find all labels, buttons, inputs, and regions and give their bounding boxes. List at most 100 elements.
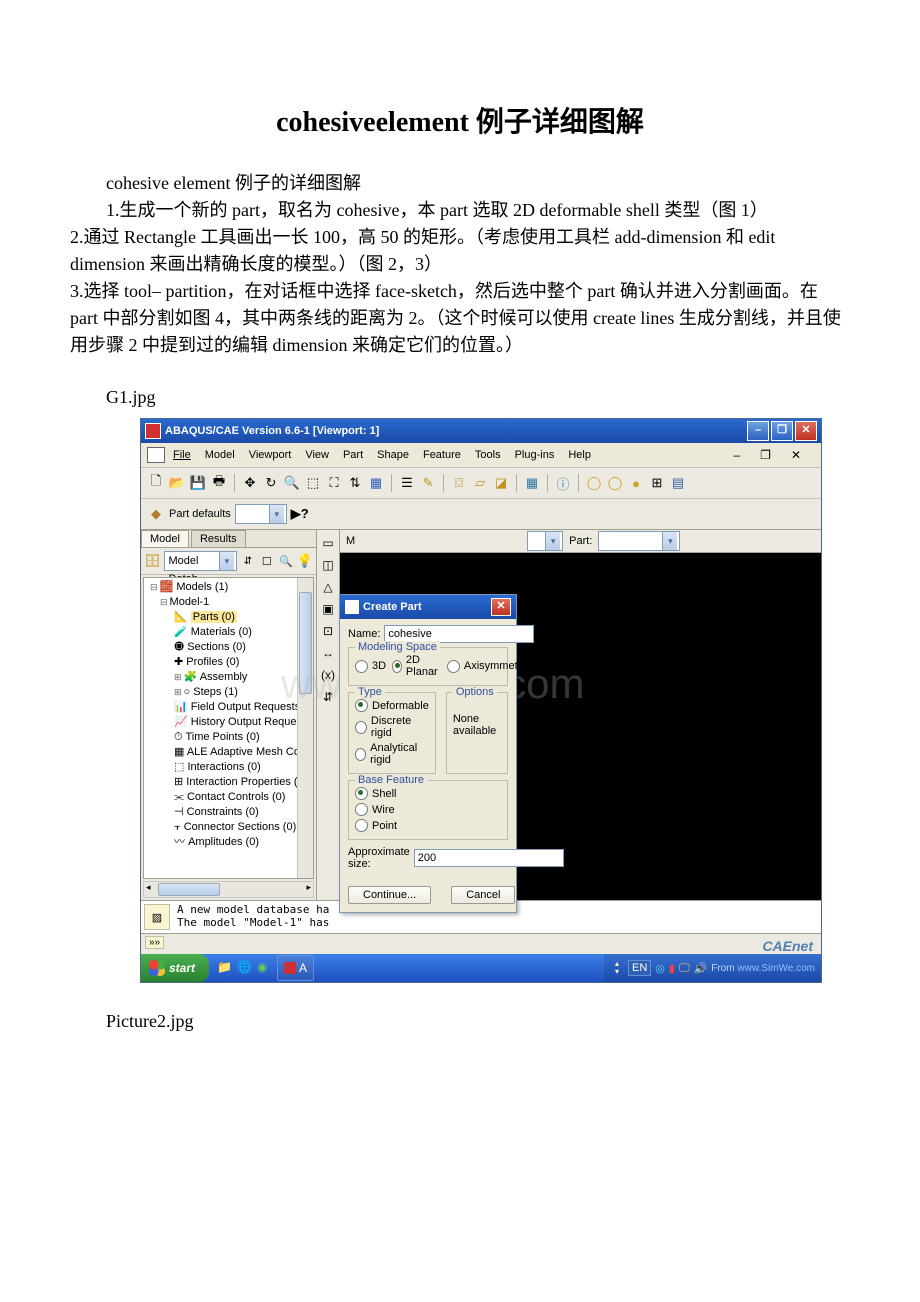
tree-profiles[interactable]: ✚ Profiles (0) bbox=[146, 655, 311, 670]
tree-contact[interactable]: ⫘ Contact Controls (0) bbox=[146, 790, 311, 805]
radio-point[interactable]: Point bbox=[355, 819, 501, 832]
menu-tools[interactable]: Tools bbox=[475, 449, 501, 461]
list-icon[interactable]: ☰ bbox=[398, 474, 416, 492]
new-icon[interactable]: 🗋 bbox=[147, 474, 165, 492]
tree-search-icon[interactable]: 🔍 bbox=[278, 552, 294, 570]
tray-site-link[interactable]: www.SimWe.com bbox=[737, 963, 815, 974]
tool-shell-icon[interactable]: △ bbox=[323, 580, 332, 594]
radio-deformable[interactable]: Deformable bbox=[355, 699, 429, 712]
tree-steps[interactable]: ⊞○ Steps (1) bbox=[146, 685, 311, 700]
tool-expr-icon[interactable]: (x) bbox=[321, 668, 335, 682]
radio-discrete-rigid[interactable]: Discrete rigid bbox=[355, 715, 429, 739]
tray-expand-icon[interactable]: ▴▾ bbox=[610, 960, 624, 976]
tool-partition-icon[interactable]: ◫ bbox=[322, 558, 333, 572]
info-icon[interactable]: ⓘ bbox=[554, 474, 572, 492]
radio-3d[interactable]: 3D bbox=[355, 654, 386, 678]
layout-icon[interactable]: ⊞ bbox=[648, 474, 666, 492]
color3-icon[interactable]: ● bbox=[627, 474, 645, 492]
tab-model[interactable]: Model bbox=[141, 530, 189, 547]
tray-icon-3[interactable]: 🖵 bbox=[679, 962, 690, 975]
context-combo[interactable] bbox=[235, 504, 287, 524]
fit-icon[interactable]: ⛶ bbox=[325, 474, 343, 492]
tool-mirror-icon[interactable]: ↔ bbox=[322, 646, 334, 660]
continue-button[interactable]: Continue... bbox=[348, 886, 431, 904]
message-icon[interactable]: ▨ bbox=[144, 904, 170, 930]
render1-icon[interactable]: ▱ bbox=[471, 474, 489, 492]
menu-viewport[interactable]: Viewport bbox=[249, 449, 292, 461]
menu-feature[interactable]: Feature bbox=[423, 449, 461, 461]
menu-file[interactable]: File bbox=[173, 449, 191, 461]
tool-datum-icon[interactable]: ⊡ bbox=[323, 624, 333, 638]
menu-shape[interactable]: Shape bbox=[377, 449, 409, 461]
menu-help[interactable]: Help bbox=[568, 449, 591, 461]
model-tree[interactable]: ⊟🧱 Models (1) ⊟Model-1 📐 Parts (0) 🧪 Mat… bbox=[143, 577, 314, 879]
tree-constraints[interactable]: ⊣ Constraints (0) bbox=[146, 805, 311, 820]
tree-tip-icon[interactable]: 💡 bbox=[297, 552, 313, 570]
tree-connector[interactable]: ⫟ Connector Sections (0) bbox=[146, 820, 311, 835]
tree-parts[interactable]: 📐 Parts (0) bbox=[146, 610, 311, 625]
tree-time-points[interactable]: ⏱ Time Points (0) bbox=[146, 730, 311, 745]
pan-icon[interactable]: ✥ bbox=[241, 474, 259, 492]
annotate-icon[interactable]: ✎ bbox=[419, 474, 437, 492]
app-menu-icon[interactable] bbox=[147, 447, 165, 463]
mdi-minimize-icon[interactable]: – bbox=[733, 448, 740, 462]
tree-history-output[interactable]: 📈 History Output Reques bbox=[146, 715, 311, 730]
taskbar-abaqus-button[interactable]: A bbox=[277, 955, 314, 981]
grid-icon[interactable]: ▦ bbox=[523, 474, 541, 492]
menu-plugins[interactable]: Plug-ins bbox=[515, 449, 555, 461]
tree-vscroll[interactable] bbox=[297, 578, 313, 878]
mdi-restore-icon[interactable]: ❐ bbox=[760, 448, 771, 462]
menu-part[interactable]: Part bbox=[343, 449, 363, 461]
radio-2d-planar[interactable]: 2D Planar bbox=[392, 654, 441, 678]
tree-model-combo[interactable]: Model Datab… bbox=[164, 551, 237, 571]
tray-lang[interactable]: EN bbox=[628, 960, 651, 976]
context-icon[interactable]: ◆ bbox=[147, 505, 165, 523]
menu-model[interactable]: Model bbox=[205, 449, 235, 461]
quick-launch-1-icon[interactable]: 📁 bbox=[217, 960, 233, 976]
color2-icon[interactable]: ◯ bbox=[606, 474, 624, 492]
tool-create-icon[interactable]: ▭ bbox=[322, 536, 333, 550]
radio-axisymmetric[interactable]: Axisymmetric bbox=[447, 654, 529, 678]
tree-sort-icon[interactable]: ⇵ bbox=[240, 552, 256, 570]
tree-field-output[interactable]: 📊 Field Output Requests bbox=[146, 700, 311, 715]
tree-filter-icon[interactable]: ☐ bbox=[259, 552, 275, 570]
radio-wire[interactable]: Wire bbox=[355, 803, 501, 816]
dialog-close-button[interactable]: ✕ bbox=[491, 598, 511, 616]
print-icon[interactable]: 🖶 bbox=[210, 474, 228, 492]
quick-launch-3-icon[interactable]: ◉ bbox=[257, 960, 273, 976]
perspective-icon[interactable]: ⌼ bbox=[450, 474, 468, 492]
radio-shell[interactable]: Shell bbox=[355, 787, 501, 800]
help-tool-icon[interactable]: ▶? bbox=[291, 505, 309, 523]
module-combo[interactable] bbox=[527, 531, 563, 551]
rotate-icon[interactable]: ↻ bbox=[262, 474, 280, 492]
tree-ale[interactable]: ▦ ALE Adaptive Mesh Con bbox=[146, 745, 311, 760]
tile-icon[interactable]: ▤ bbox=[669, 474, 687, 492]
tray-icon-2[interactable]: ▮ bbox=[669, 962, 675, 975]
menu-view[interactable]: View bbox=[305, 449, 329, 461]
tree-sections[interactable]: 🟘 Sections (0) bbox=[146, 640, 311, 655]
color1-icon[interactable]: ◯ bbox=[585, 474, 603, 492]
approx-size-input[interactable] bbox=[414, 849, 564, 867]
open-icon[interactable]: 📂 bbox=[168, 474, 186, 492]
tree-interaction-props[interactable]: ⊞ Interaction Properties ( bbox=[146, 775, 311, 790]
maximize-button[interactable]: ❐ bbox=[771, 421, 793, 441]
start-button[interactable]: start bbox=[141, 954, 209, 982]
views-icon[interactable]: ▦ bbox=[367, 474, 385, 492]
quick-launch-2-icon[interactable]: 🌐 bbox=[237, 960, 253, 976]
tree-materials[interactable]: 🧪 Materials (0) bbox=[146, 625, 311, 640]
tree-hscroll[interactable]: ◂ ▸ bbox=[143, 881, 314, 898]
part-combo[interactable] bbox=[598, 531, 680, 551]
tree-amplitudes[interactable]: 〰 Amplitudes (0) bbox=[146, 835, 311, 850]
tool-solid-icon[interactable]: ▣ bbox=[322, 602, 333, 616]
tray-icon-4[interactable]: 🔊 bbox=[694, 962, 708, 975]
tab-results[interactable]: Results bbox=[191, 530, 246, 547]
tree-interactions[interactable]: ⬚ Interactions (0) bbox=[146, 760, 311, 775]
minimize-button[interactable]: – bbox=[747, 421, 769, 441]
tree-assembly[interactable]: ⊞🧩 Assembly bbox=[146, 670, 311, 685]
close-button[interactable]: ✕ bbox=[795, 421, 817, 441]
expand-messages-icon[interactable]: »» bbox=[145, 936, 164, 949]
zoom-icon[interactable]: 🔍 bbox=[283, 474, 301, 492]
tray-icon-1[interactable]: ◎ bbox=[655, 962, 665, 975]
cancel-button[interactable]: Cancel bbox=[451, 886, 515, 904]
render2-icon[interactable]: ◪ bbox=[492, 474, 510, 492]
